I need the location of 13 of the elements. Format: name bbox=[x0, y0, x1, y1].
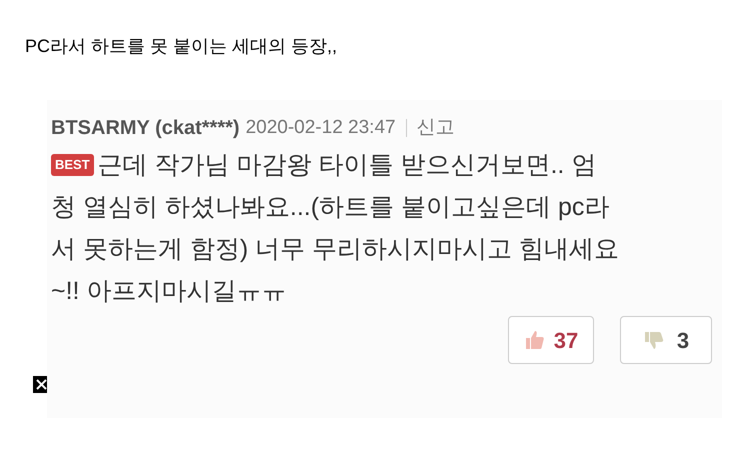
report-link[interactable]: 신고 bbox=[416, 114, 455, 142]
comment-date: 2020-02-12 23:47 bbox=[246, 116, 396, 140]
like-button[interactable]: 37 bbox=[508, 316, 594, 364]
comment-text-line: 청 열심히 하셨나봐요...(하트를 붙이고싶은데 pc라 bbox=[51, 192, 610, 223]
comment-author: BTSARMY (ckat****) bbox=[51, 116, 240, 141]
dislike-button[interactable]: 3 bbox=[620, 316, 712, 364]
best-badge: BEST bbox=[51, 154, 94, 176]
post-title: PC라서 하트를 못 붙이는 세대의 등장,, bbox=[25, 35, 338, 58]
comment-text-line: 근데 작가님 마감왕 타이틀 받으신거보면.. 엄 bbox=[98, 150, 596, 181]
comment-text-line: 서 못하는게 함정) 너무 무리하시지마시고 힘내세요 bbox=[51, 234, 620, 265]
thumbs-down-icon bbox=[642, 329, 665, 351]
thumbs-up-icon bbox=[524, 329, 546, 351]
comment-text-line: ~!! 아프지마시길ㅠㅠ bbox=[51, 276, 286, 307]
